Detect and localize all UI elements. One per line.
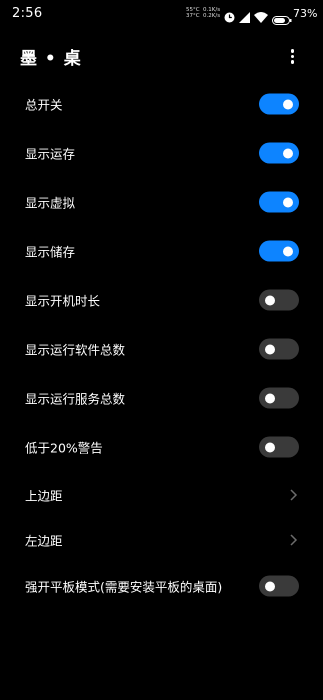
- show-storage-toggle[interactable]: [259, 240, 299, 262]
- more-options-button[interactable]: [282, 46, 302, 66]
- force-tablet-mode-toggle[interactable]: [259, 575, 299, 597]
- setting-show-running-services[interactable]: 显示运行服务总数: [0, 376, 323, 420]
- status-temperatures: 55°C 37°C: [186, 7, 200, 19]
- status-bar: 2:56 55°C 37°C 0.1K/s 0.2K/s 73%: [0, 0, 323, 28]
- show-ram-toggle[interactable]: [259, 142, 299, 164]
- alarm-icon: [224, 8, 235, 27]
- toggle-knob: [283, 197, 293, 207]
- show-running-apps-toggle[interactable]: [259, 338, 299, 360]
- setting-show-running-apps[interactable]: 显示运行软件总数: [0, 327, 323, 371]
- toggle-knob: [265, 393, 275, 403]
- setting-show-storage[interactable]: 显示储存: [0, 229, 323, 273]
- toggle-knob: [265, 581, 275, 591]
- setting-low-battery-warning[interactable]: 低于20%警告: [0, 425, 323, 469]
- battery-percentage: 73%: [293, 7, 318, 20]
- show-virtual-toggle[interactable]: [259, 191, 299, 213]
- setting-label: 强开平板模式(需要安装平板的桌面): [25, 579, 223, 595]
- setting-label: 显示开机时长: [25, 293, 101, 309]
- chevron-right-icon: [290, 534, 298, 546]
- status-net-speeds: 0.1K/s 0.2K/s: [203, 7, 220, 19]
- setting-label: 上边距: [25, 488, 63, 504]
- setting-left-margin[interactable]: 左边距: [0, 518, 323, 562]
- status-speed-down: 0.2K/s: [203, 13, 221, 19]
- chevron-right-icon: [290, 489, 298, 501]
- wifi-icon: [254, 8, 268, 27]
- low-battery-warning-toggle[interactable]: [259, 436, 299, 458]
- setting-label: 显示运行软件总数: [25, 342, 126, 358]
- setting-top-margin[interactable]: 上边距: [0, 473, 323, 517]
- show-running-services-toggle[interactable]: [259, 387, 299, 409]
- more-vertical-icon: [290, 49, 294, 53]
- setting-label: 低于20%警告: [25, 440, 103, 456]
- more-dot: [290, 60, 294, 64]
- setting-label: 显示储存: [25, 244, 76, 260]
- setting-master-switch[interactable]: 总开关: [0, 82, 323, 126]
- toggle-knob: [265, 344, 275, 354]
- status-time: 2:56: [12, 6, 43, 21]
- status-temp-2: 37°C: [186, 13, 200, 19]
- setting-label: 显示运行服务总数: [25, 391, 126, 407]
- toggle-knob: [283, 246, 293, 256]
- show-uptime-toggle[interactable]: [259, 289, 299, 311]
- app-title: 墨 • 桌: [20, 49, 82, 69]
- more-dot: [290, 54, 294, 58]
- toggle-knob: [283, 148, 293, 158]
- setting-force-tablet-mode[interactable]: 强开平板模式(需要安装平板的桌面): [0, 564, 323, 608]
- setting-label: 左边距: [25, 533, 63, 549]
- setting-show-ram[interactable]: 显示运存: [0, 131, 323, 175]
- toggle-knob: [283, 99, 293, 109]
- master-switch-toggle[interactable]: [259, 93, 299, 115]
- setting-show-virtual[interactable]: 显示虚拟: [0, 180, 323, 224]
- toggle-knob: [265, 295, 275, 305]
- battery-icon: [272, 10, 292, 29]
- setting-label: 显示运存: [25, 146, 76, 162]
- setting-label: 总开关: [25, 97, 63, 113]
- setting-show-uptime[interactable]: 显示开机时长: [0, 278, 323, 322]
- toggle-knob: [265, 442, 275, 452]
- setting-label: 显示虚拟: [25, 195, 76, 211]
- signal-icon: [239, 8, 251, 27]
